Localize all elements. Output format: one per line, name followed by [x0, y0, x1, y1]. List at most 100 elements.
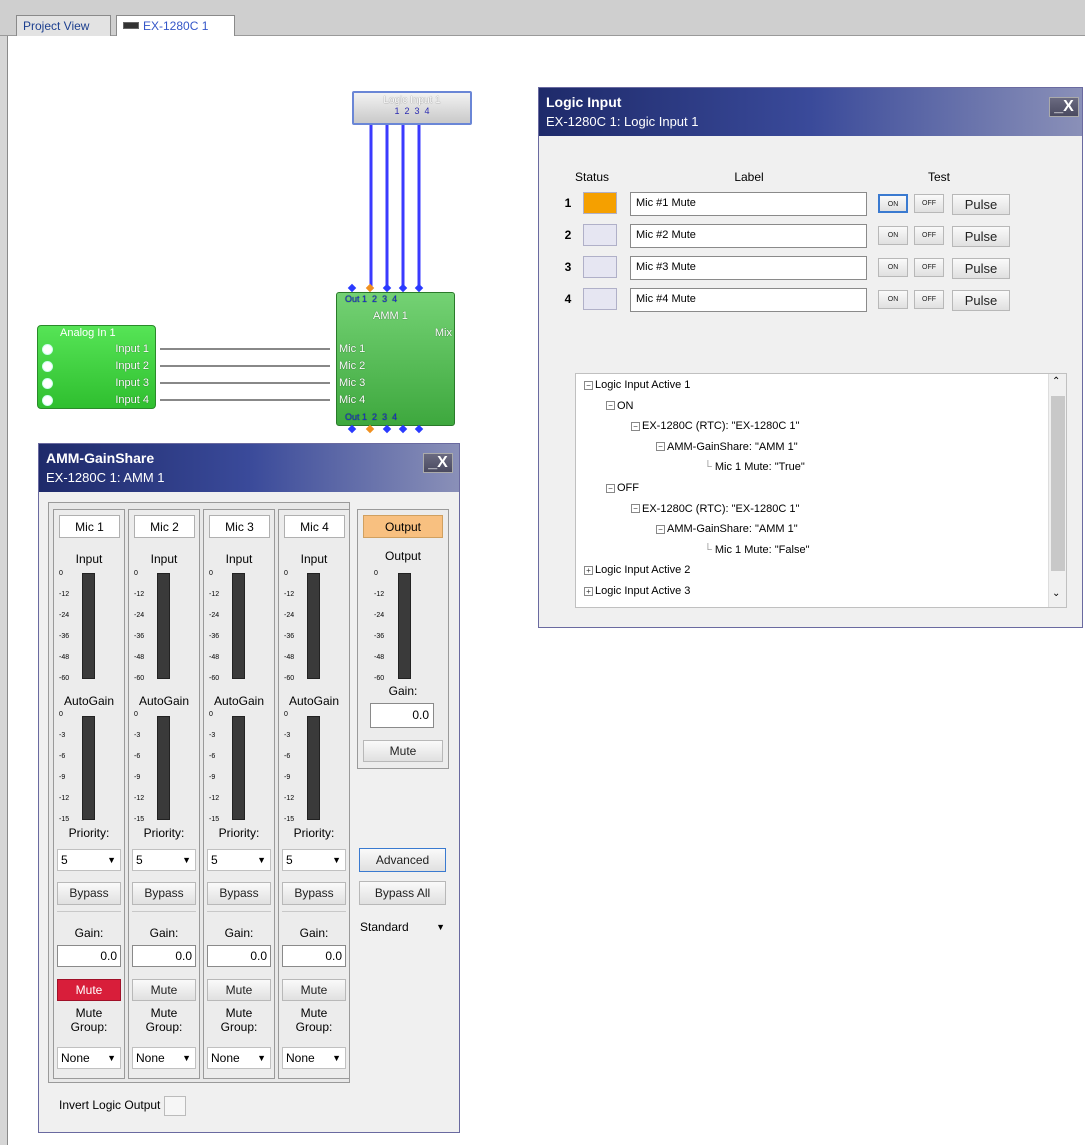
logic-tree-panel[interactable]: − Logic Input Active 1− ON − EX-1280C (RTC):…	[575, 373, 1067, 608]
window-titlebar[interactable]: AMM-GainShare EX-1280C 1: AMM 1 _X	[39, 444, 459, 492]
tree-node[interactable]: − AMM-GainShare: "AMM 1"	[656, 523, 798, 535]
mute-group-select[interactable]: None ▼	[132, 1047, 196, 1069]
label-input[interactable]: Mic #3 Mute	[630, 256, 867, 280]
mode-select[interactable]: Standard ▼	[357, 917, 449, 939]
test-pulse-button[interactable]: Pulse	[952, 290, 1010, 311]
priority-select[interactable]: 5 ▼	[57, 849, 121, 871]
scroll-thumb[interactable]	[1051, 396, 1065, 571]
mute-group-label: Mute Group:	[220, 1006, 258, 1034]
priority-value: 5	[61, 853, 68, 867]
expand-icon[interactable]: +	[584, 586, 593, 596]
chevron-down-icon: ▼	[257, 1053, 266, 1063]
priority-select[interactable]: 5 ▼	[282, 849, 346, 871]
test-on-button[interactable]: ON	[878, 258, 908, 277]
input-meter	[157, 573, 170, 679]
logic-input-block[interactable]: Logic Input 1 1 2 3 4	[352, 91, 472, 125]
signal-led	[42, 344, 53, 355]
label-input[interactable]: Mic #4 Mute	[630, 288, 867, 312]
mute-button[interactable]: Mute	[207, 979, 271, 1001]
tree-node[interactable]: − AMM-GainShare: "AMM 1"	[656, 441, 798, 453]
tree-node[interactable]: + Logic Input Active 2	[584, 564, 690, 576]
output-meter-label: Output	[384, 549, 422, 563]
test-header: Test	[927, 170, 950, 184]
tree-node[interactable]: └ Mic 1 Mute: "False"	[704, 544, 809, 556]
collapse-icon[interactable]: −	[631, 504, 640, 514]
bypass-button[interactable]: Bypass	[282, 882, 346, 905]
gain-field[interactable]: 0.0	[57, 945, 121, 967]
invert-logic-output[interactable]: Invert Logic Output	[59, 1096, 187, 1116]
bypass-all-button[interactable]: Bypass All	[359, 881, 446, 905]
gain-field[interactable]: 0.0	[282, 945, 346, 967]
expand-icon[interactable]: +	[584, 565, 593, 575]
channel-name: Mic 2	[134, 515, 195, 538]
test-off-button[interactable]: OFF	[914, 226, 944, 245]
output-mute-button[interactable]: Mute	[363, 740, 443, 762]
meter-tick: -3	[284, 732, 291, 739]
tree-node[interactable]: + Logic Input Active 3	[584, 585, 690, 597]
analog-output-port: Input 2	[115, 360, 149, 372]
mute-group-select[interactable]: None ▼	[57, 1047, 121, 1069]
meter-tick: -9	[209, 774, 216, 781]
tree-node[interactable]: − EX-1280C (RTC): "EX-1280C 1"	[631, 420, 799, 432]
tree-node[interactable]: − OFF	[606, 482, 639, 494]
mute-button[interactable]: Mute	[282, 979, 346, 1001]
test-on-button[interactable]: ON	[878, 290, 908, 309]
collapse-icon[interactable]: −	[584, 380, 593, 390]
test-on-button[interactable]: ON	[878, 226, 908, 245]
tree-branch-icon: └	[704, 461, 715, 474]
close-button[interactable]: _X	[1049, 97, 1079, 117]
collapse-icon[interactable]: −	[606, 401, 615, 411]
priority-select[interactable]: 5 ▼	[207, 849, 271, 871]
status-indicator	[583, 256, 617, 278]
label-input[interactable]: Mic #1 Mute	[630, 192, 867, 216]
analog-in-block[interactable]: Analog In 1 Input 1 Input 2 Input 3 Inpu…	[37, 325, 156, 409]
advanced-button[interactable]: Advanced	[359, 848, 446, 872]
label-input[interactable]: Mic #2 Mute	[630, 224, 867, 248]
gain-field[interactable]: 0.0	[132, 945, 196, 967]
window-titlebar[interactable]: Logic Input EX-1280C 1: Logic Input 1 _X	[539, 88, 1082, 136]
test-off-button[interactable]: OFF	[914, 258, 944, 277]
input-meter	[82, 573, 95, 679]
tree-node[interactable]: − Logic Input Active 1	[584, 379, 690, 391]
test-pulse-button[interactable]: Pulse	[952, 194, 1010, 215]
output-header: Output	[363, 515, 443, 538]
test-off-button[interactable]: OFF	[914, 290, 944, 309]
collapse-icon[interactable]: −	[656, 524, 665, 534]
tree-node-label: EX-1280C (RTC): "EX-1280C 1"	[642, 502, 800, 515]
collapse-icon[interactable]: −	[606, 483, 615, 493]
port-num: 1	[394, 106, 400, 116]
port-num: 4	[424, 106, 430, 116]
test-pulse-button[interactable]: Pulse	[952, 258, 1010, 279]
input-meter-label: Input	[225, 552, 253, 566]
test-off-button[interactable]: OFF	[914, 194, 944, 213]
collapse-icon[interactable]: −	[656, 442, 665, 452]
mute-button[interactable]: Mute	[57, 979, 121, 1001]
bypass-button[interactable]: Bypass	[207, 882, 271, 905]
collapse-icon[interactable]: −	[631, 421, 640, 431]
mute-group-select[interactable]: None ▼	[207, 1047, 271, 1069]
invert-logic-checkbox[interactable]	[164, 1096, 187, 1116]
tree-node[interactable]: └ Mic 1 Mute: "True"	[704, 461, 805, 473]
channel-name: Mic 1	[59, 515, 120, 538]
mute-group-select[interactable]: None ▼	[282, 1047, 346, 1069]
scroll-up-icon[interactable]: ⌃	[1052, 376, 1060, 387]
meter-tick: 0	[59, 711, 63, 718]
test-pulse-button[interactable]: Pulse	[952, 226, 1010, 247]
tree-node[interactable]: − EX-1280C (RTC): "EX-1280C 1"	[631, 503, 799, 515]
output-gain-field[interactable]: 0.0	[370, 703, 434, 728]
mute-button[interactable]: Mute	[132, 979, 196, 1001]
bypass-button[interactable]: Bypass	[132, 882, 196, 905]
chevron-down-icon: ▼	[332, 1053, 341, 1063]
close-button[interactable]: _X	[423, 453, 453, 473]
test-on-button[interactable]: ON	[878, 194, 908, 213]
tree-scrollbar[interactable]: ⌃ ⌄	[1048, 374, 1066, 607]
bypass-button[interactable]: Bypass	[57, 882, 121, 905]
chevron-down-icon: ▼	[257, 855, 266, 865]
output-gain-label: Gain:	[388, 684, 418, 698]
priority-select[interactable]: 5 ▼	[132, 849, 196, 871]
tree-node[interactable]: − ON	[606, 400, 634, 412]
scroll-down-icon[interactable]: ⌄	[1052, 588, 1060, 599]
gain-field[interactable]: 0.0	[207, 945, 271, 967]
priority-label: Priority:	[143, 826, 185, 840]
amm-block[interactable]: Out 1 2 3 4 AMM 1 Mix Mic 1 Mic 2 Mic 3 …	[336, 292, 455, 426]
